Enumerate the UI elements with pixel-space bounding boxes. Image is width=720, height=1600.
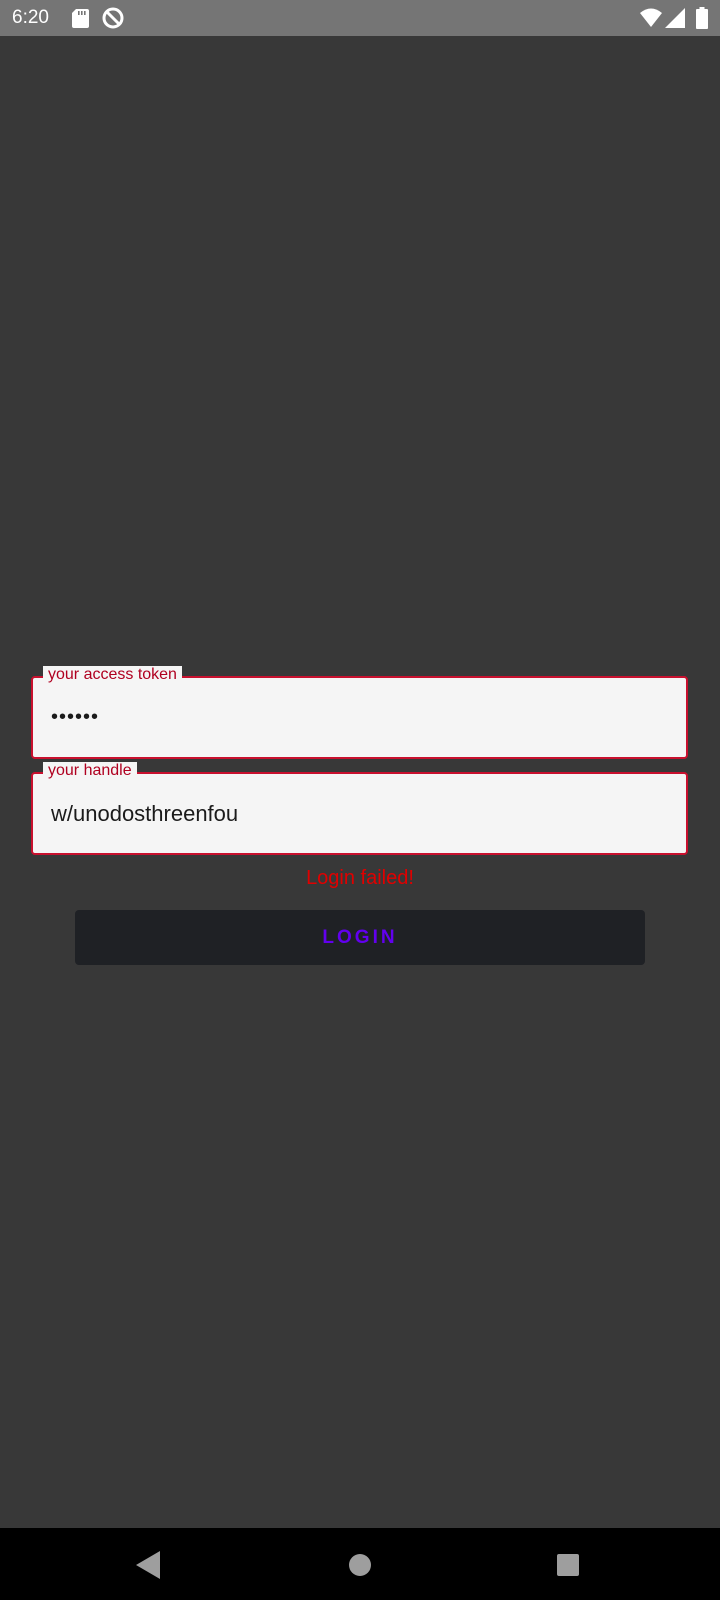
back-icon[interactable] [136, 1551, 160, 1579]
recents-icon[interactable] [557, 1554, 579, 1576]
status-time: 6:20 [12, 7, 49, 28]
wifi-icon [640, 8, 662, 27]
status-bar: 6:20 [0, 0, 720, 36]
login-button[interactable]: LOGIN [75, 910, 645, 965]
navigation-bar [0, 1528, 720, 1600]
handle-field[interactable]: your handle w/unodosthreenfou [31, 762, 688, 855]
do-not-disturb-icon [102, 7, 124, 29]
access-token-input[interactable]: •••••• [51, 678, 670, 757]
battery-icon [696, 7, 708, 29]
login-error-message: Login failed! [306, 867, 414, 889]
handle-input[interactable]: w/unodosthreenfou [51, 774, 670, 853]
home-icon[interactable] [349, 1554, 371, 1576]
sd-card-icon [72, 9, 89, 28]
cell-signal-icon [665, 8, 685, 28]
access-token-field[interactable]: your access token •••••• [31, 666, 688, 759]
